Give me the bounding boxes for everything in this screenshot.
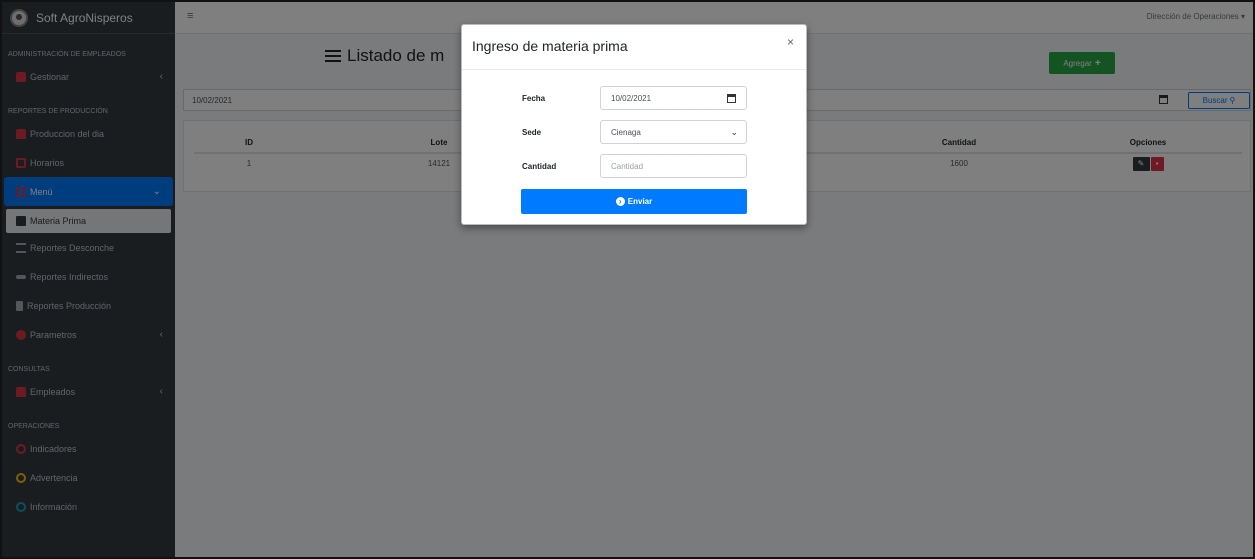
fecha-field[interactable]: 10/02/2021 <box>600 86 747 110</box>
modal-title: Ingreso de materia prima <box>472 38 628 54</box>
sede-label: Sede <box>522 127 542 137</box>
calendar-icon[interactable] <box>727 94 736 103</box>
fecha-value: 10/02/2021 <box>611 93 652 103</box>
sede-value: Cienaga <box>611 127 641 137</box>
chevron-down-icon: ⌄ <box>730 127 738 137</box>
submit-button[interactable]: › Enviar <box>521 189 747 214</box>
close-icon[interactable]: × <box>787 35 794 49</box>
cantidad-field[interactable]: Cantidad <box>600 154 747 178</box>
cantidad-placeholder: Cantidad <box>611 161 644 171</box>
modal-header: Ingreso de materia prima × <box>462 25 806 70</box>
materia-prima-modal: Ingreso de materia prima × Fecha 10/02/2… <box>461 24 807 225</box>
cantidad-row: Cantidad Cantidad <box>522 154 747 178</box>
fecha-row: Fecha 10/02/2021 <box>522 86 747 110</box>
submit-button-label: Enviar <box>627 197 653 206</box>
sede-select[interactable]: Cienaga ⌄ <box>600 120 747 144</box>
fecha-label: Fecha <box>522 93 546 103</box>
arrow-circle-icon: › <box>615 197 625 206</box>
sede-row: Sede Cienaga ⌄ <box>522 120 747 144</box>
cantidad-label: Cantidad <box>522 161 557 171</box>
app-window: Soft AgroNisperos ADMINISTRACIÓN DE EMPL… <box>0 0 1255 559</box>
